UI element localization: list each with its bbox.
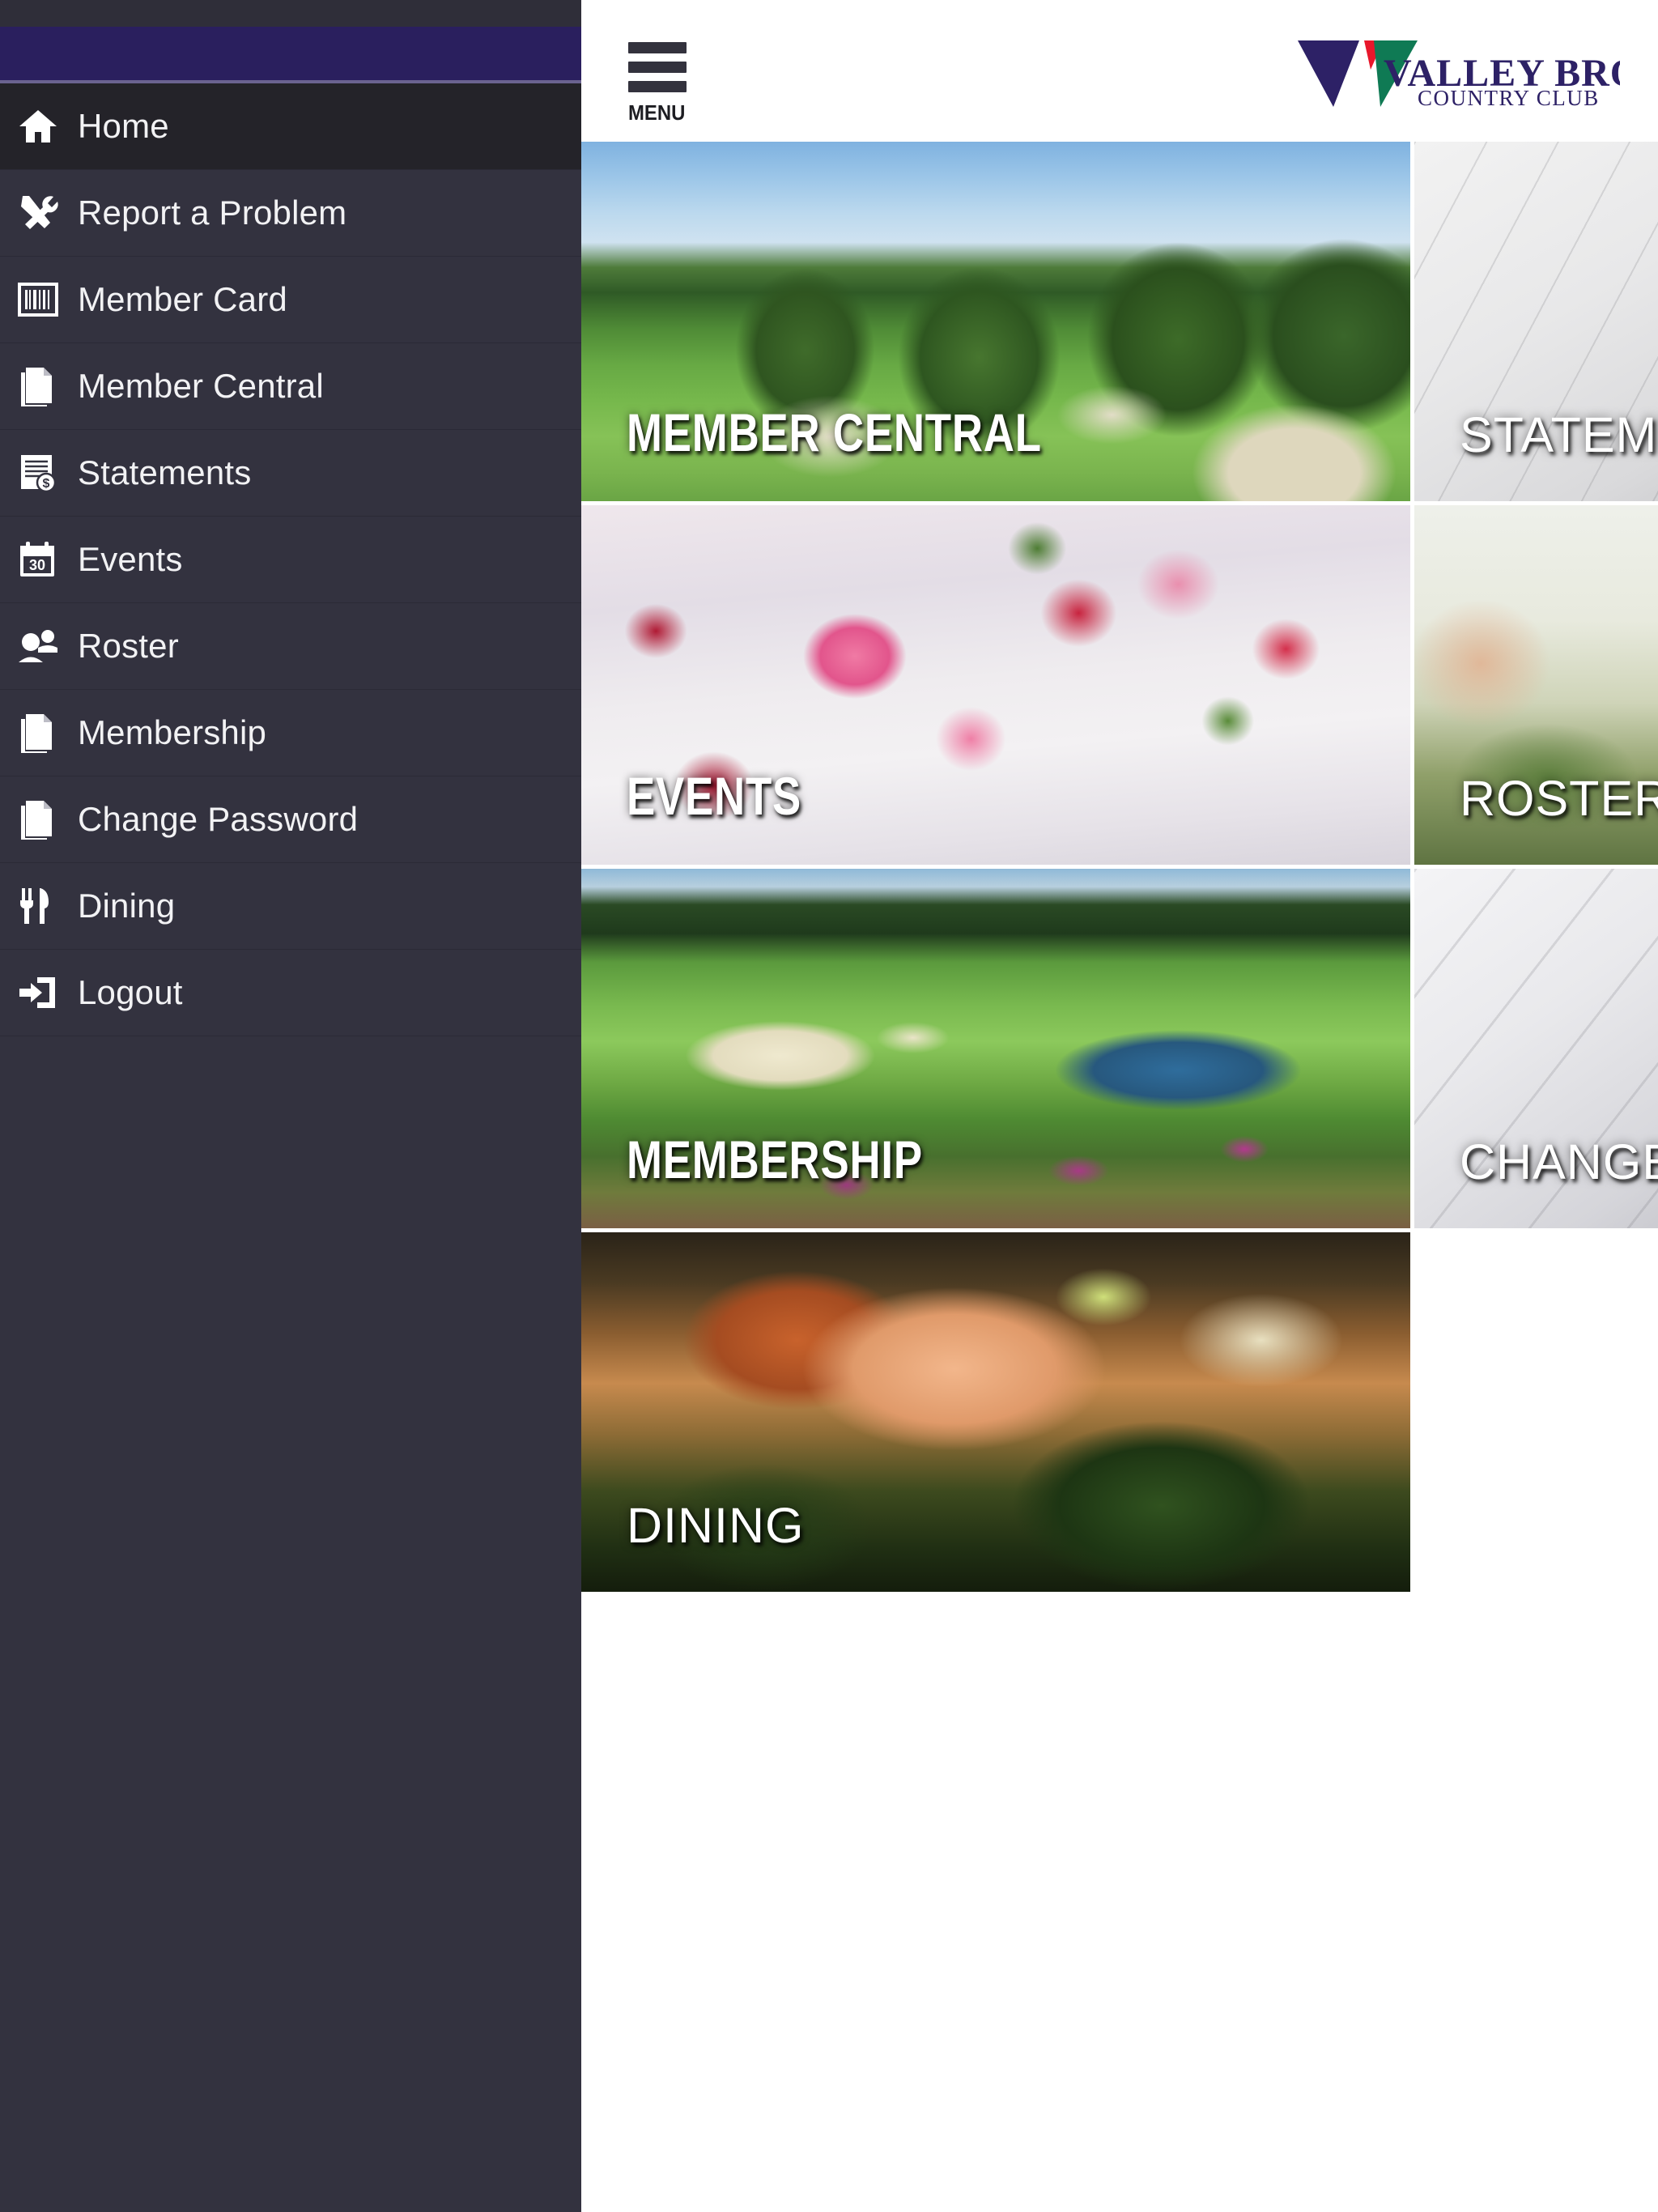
tile-roster[interactable]: ROSTER bbox=[1414, 505, 1658, 865]
tile-label-member-central: MEMBER CENTRAL bbox=[627, 402, 1042, 462]
sidebar-item-label-roster: Roster bbox=[78, 627, 179, 665]
sidebar-item-member-card[interactable]: Member Card bbox=[0, 257, 581, 343]
sidebar-item-events[interactable]: 30 Events bbox=[0, 517, 581, 603]
app-header: MENU VALLEY BROOK COUNTRY CLUB bbox=[581, 0, 1658, 142]
sidebar-item-member-central[interactable]: Member Central bbox=[0, 343, 581, 430]
barcode-icon bbox=[18, 282, 78, 317]
sidebar-item-dining[interactable]: Dining bbox=[0, 863, 581, 950]
document-icon bbox=[18, 366, 78, 406]
tile-label-events: EVENTS bbox=[627, 766, 802, 826]
calendar-30-icon: 30 bbox=[18, 540, 78, 579]
menu-button-label: MENU bbox=[628, 100, 686, 125]
tile-label-change-password: CHANGE PASSWORD bbox=[1460, 1134, 1658, 1189]
sidebar-item-statements[interactable]: $ Statements bbox=[0, 430, 581, 517]
tile-label-dining: DINING bbox=[627, 1498, 805, 1553]
tile-grid: MEMBER CENTRAL STATEMENTS EVENTS ROSTER … bbox=[581, 142, 1658, 1592]
tile-dining[interactable]: DINING bbox=[581, 1232, 1410, 1592]
sidebar-item-logout[interactable]: Logout bbox=[0, 950, 581, 1036]
drawer-accent-band bbox=[0, 27, 581, 80]
sidebar-item-label-logout: Logout bbox=[78, 973, 183, 1011]
menu-button[interactable]: MENU bbox=[628, 42, 733, 131]
tile-label-statements: STATEMENTS bbox=[1460, 407, 1658, 462]
sidebar-item-label-change-password: Change Password bbox=[78, 800, 359, 838]
document-icon bbox=[18, 799, 78, 840]
sidebar-item-label-events: Events bbox=[78, 540, 183, 578]
hamburger-icon bbox=[628, 42, 687, 92]
logout-arrow-icon bbox=[18, 974, 78, 1011]
invoice-dollar-icon: $ bbox=[18, 453, 78, 493]
sidebar-item-label-member-central: Member Central bbox=[78, 367, 324, 405]
app-root: MENU VALLEY BROOK COUNTRY CLUB bbox=[0, 0, 1658, 2212]
sidebar-item-label-dining: Dining bbox=[78, 887, 176, 925]
sidebar-item-label-report-a-problem: Report a Problem bbox=[78, 194, 347, 232]
tile-statements[interactable]: STATEMENTS bbox=[1414, 142, 1658, 501]
sidebar-item-home[interactable]: Home bbox=[0, 83, 581, 170]
sidebar-item-label-membership: Membership bbox=[78, 713, 267, 751]
sidebar-item-label-home: Home bbox=[78, 107, 169, 145]
drawer-empty-area bbox=[0, 1036, 581, 2008]
tile-label-roster: ROSTER bbox=[1460, 771, 1658, 826]
tile-events[interactable]: EVENTS bbox=[581, 505, 1410, 865]
sidebar-item-roster[interactable]: Roster bbox=[0, 603, 581, 690]
sidebar-item-change-password[interactable]: Change Password bbox=[0, 776, 581, 863]
valley-brook-logo: VALLEY BROOK COUNTRY CLUB bbox=[1296, 19, 1620, 108]
svg-text:COUNTRY CLUB: COUNTRY CLUB bbox=[1418, 86, 1600, 108]
navigation-drawer: Home Report a Problem Member Card Member… bbox=[0, 0, 581, 2212]
cutlery-icon bbox=[18, 887, 78, 925]
tile-change-password[interactable]: CHANGE PASSWORD bbox=[1414, 869, 1658, 1228]
svg-text:$: $ bbox=[43, 477, 50, 491]
sidebar-item-label-statements: Statements bbox=[78, 453, 252, 491]
home-icon bbox=[18, 108, 78, 145]
tile-membership[interactable]: MEMBERSHIP bbox=[581, 869, 1410, 1228]
tools-icon bbox=[18, 194, 78, 232]
drawer-status-gap bbox=[0, 0, 581, 27]
tile-member-central[interactable]: MEMBER CENTRAL bbox=[581, 142, 1410, 501]
document-icon bbox=[18, 713, 78, 753]
sidebar-item-label-member-card: Member Card bbox=[78, 280, 287, 318]
people-icon bbox=[18, 628, 78, 664]
svg-text:30: 30 bbox=[29, 557, 45, 573]
sidebar-item-membership[interactable]: Membership bbox=[0, 690, 581, 776]
sidebar-item-report-a-problem[interactable]: Report a Problem bbox=[0, 170, 581, 257]
tile-label-membership: MEMBERSHIP bbox=[627, 1129, 923, 1189]
